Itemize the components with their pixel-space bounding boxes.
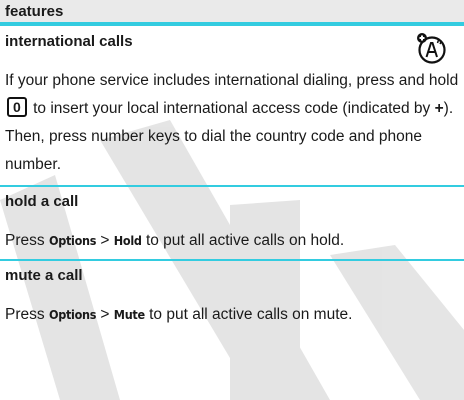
chapter-header: features (0, 0, 464, 26)
menu-mute: Mute (113, 307, 145, 322)
section-mute-a-call: mute a call Press Options > Mute to put … (0, 261, 464, 333)
chapter-title: features (5, 2, 64, 20)
zero-key-icon: 0 (7, 97, 27, 117)
menu-options: Options (48, 233, 97, 248)
section-title: hold a call (5, 193, 79, 210)
section-title: international calls (5, 33, 133, 50)
section-hold-a-call: hold a call Press Options > Hold to put … (0, 187, 464, 259)
section-title: mute a call (5, 267, 83, 284)
menu-options: Options (48, 307, 97, 322)
section-international-calls: international calls If your phone servic… (0, 26, 464, 185)
section-body: Press Options > Hold to put all active c… (5, 232, 345, 249)
network-feature-icon (417, 33, 446, 64)
section-body: If your phone service includes internati… (5, 72, 459, 173)
section-body: Press Options > Mute to put all active c… (5, 306, 353, 323)
menu-hold: Hold (113, 233, 142, 248)
